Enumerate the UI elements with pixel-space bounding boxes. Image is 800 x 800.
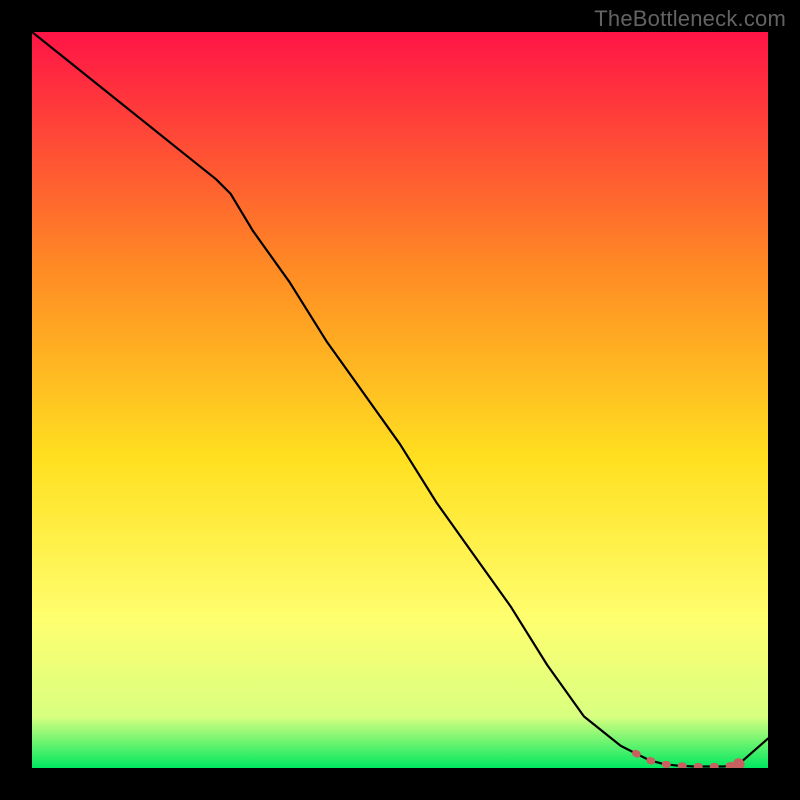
watermark-text: TheBottleneck.com (594, 6, 786, 32)
chart-stage: TheBottleneck.com (0, 0, 800, 800)
chart-svg (32, 32, 768, 768)
gradient-background (32, 32, 768, 768)
plot-area (32, 32, 768, 768)
